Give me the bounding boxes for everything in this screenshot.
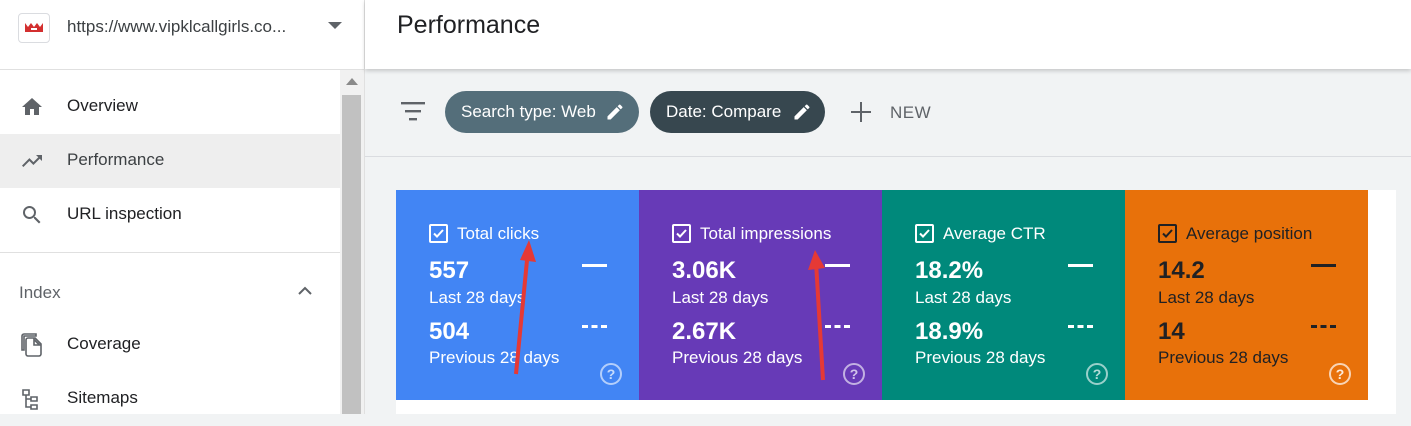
pages-copy-icon	[21, 333, 42, 357]
filter-bar: Search type: Web Date: Compare NEW	[365, 69, 1411, 157]
plus-icon	[851, 102, 871, 122]
page-title: Performance	[397, 11, 541, 39]
home-icon	[22, 98, 42, 115]
metric-average-ctr[interactable]: Average CTR 18.2% Last 28 days 18.9% Pre…	[882, 190, 1125, 400]
metric-previous-value: 504	[429, 318, 470, 345]
metric-total-impressions[interactable]: Total impressions 3.06K Last 28 days 2.6…	[639, 190, 882, 400]
caret-down-icon[interactable]	[328, 22, 342, 29]
checkbox-checked-icon[interactable]	[429, 224, 448, 243]
scrollbar-thumb[interactable]	[342, 95, 361, 414]
dashed-line-legend-icon	[1068, 325, 1093, 328]
edit-icon[interactable]	[605, 102, 625, 122]
help-icon[interactable]: ?	[843, 363, 865, 385]
property-selector[interactable]: https://www.vipklcallgirls.co...	[0, 0, 364, 70]
sidebar-item-label: Performance	[67, 150, 165, 169]
filter-list-icon[interactable]	[400, 100, 426, 122]
solid-line-legend-icon	[825, 264, 850, 267]
section-header-index: Index	[19, 283, 61, 302]
chip-label: Search type: Web	[461, 102, 596, 121]
sidebar-item-label: URL inspection	[67, 204, 182, 223]
sidebar-item-url-inspection[interactable]: URL inspection	[0, 188, 340, 242]
edit-icon[interactable]	[792, 102, 812, 122]
metric-name: Average CTR	[943, 224, 1046, 243]
metric-previous-value: 18.9%	[915, 318, 984, 345]
search-icon	[23, 206, 41, 224]
sidebar-item-performance[interactable]: Performance	[0, 134, 340, 188]
sitemap-icon	[22, 389, 38, 410]
metric-current-value: 14.2	[1158, 257, 1205, 284]
checkbox-checked-icon[interactable]	[672, 224, 691, 243]
site-favicon-icon	[18, 13, 50, 43]
sidebar: https://www.vipklcallgirls.co... Overvie…	[0, 0, 365, 414]
metric-current-value: 18.2%	[915, 257, 984, 284]
sidebar-scrollbar[interactable]	[340, 70, 364, 414]
solid-line-legend-icon	[1068, 264, 1093, 267]
metric-current-label: Last 28 days	[915, 288, 1012, 307]
metric-current-label: Last 28 days	[672, 288, 769, 307]
search-type-chip[interactable]: Search type: Web	[445, 91, 639, 133]
chevron-up-icon[interactable]	[296, 284, 314, 298]
metric-name: Average position	[1186, 224, 1313, 243]
sidebar-item-coverage[interactable]: Coverage	[0, 318, 340, 372]
metric-current-label: Last 28 days	[429, 288, 526, 307]
new-filter-label: NEW	[890, 103, 932, 122]
metric-previous-label: Previous 28 days	[915, 348, 1046, 367]
checkbox-checked-icon[interactable]	[1158, 224, 1177, 243]
help-icon[interactable]: ?	[1086, 363, 1108, 385]
metric-previous-label: Previous 28 days	[1158, 348, 1289, 367]
scroll-up-arrow-icon[interactable]	[346, 78, 358, 85]
page-header: Performance	[365, 0, 1411, 69]
checkbox-checked-icon[interactable]	[915, 224, 934, 243]
chip-label: Date: Compare	[666, 102, 782, 121]
metric-average-position[interactable]: Average position 14.2 Last 28 days 14 Pr…	[1125, 190, 1368, 400]
metric-name: Total clicks	[457, 224, 540, 243]
sidebar-item-label: Overview	[67, 96, 138, 115]
sidebar-item-overview[interactable]: Overview	[0, 80, 340, 134]
help-icon[interactable]: ?	[600, 363, 622, 385]
help-icon[interactable]: ?	[1329, 363, 1351, 385]
metric-current-value: 3.06K	[672, 257, 737, 284]
sidebar-item-label: Coverage	[67, 334, 141, 353]
date-compare-chip[interactable]: Date: Compare	[650, 91, 825, 133]
trending-up-icon	[22, 155, 42, 167]
dashed-line-legend-icon	[582, 325, 607, 328]
solid-line-legend-icon	[1311, 264, 1336, 267]
solid-line-legend-icon	[582, 264, 607, 267]
metric-current-label: Last 28 days	[1158, 288, 1255, 307]
metric-previous-value: 14	[1158, 318, 1185, 345]
metric-current-value: 557	[429, 257, 470, 284]
property-url: https://www.vipklcallgirls.co...	[67, 17, 287, 36]
metric-previous-value: 2.67K	[672, 318, 737, 345]
metric-previous-label: Previous 28 days	[429, 348, 560, 367]
sidebar-item-label: Sitemaps	[67, 388, 138, 407]
metric-previous-label: Previous 28 days	[672, 348, 803, 367]
dashed-line-legend-icon	[1311, 325, 1336, 328]
metric-name: Total impressions	[700, 224, 832, 243]
metric-total-clicks[interactable]: Total clicks 557 Last 28 days 504 Previo…	[396, 190, 639, 400]
sidebar-item-sitemaps[interactable]: Sitemaps	[0, 372, 340, 426]
divider	[0, 252, 340, 253]
dashed-line-legend-icon	[825, 325, 850, 328]
